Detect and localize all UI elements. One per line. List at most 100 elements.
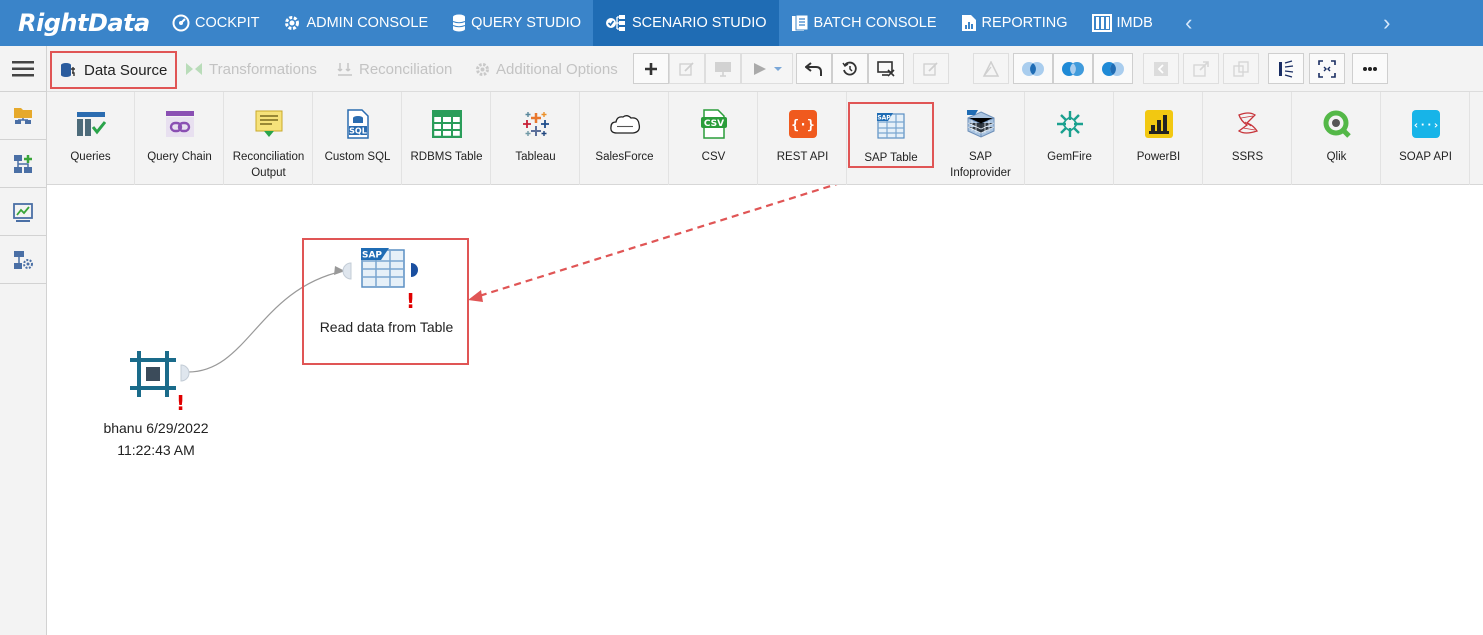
edit-icon: [679, 61, 694, 76]
sap-node-badge-text: SAP: [362, 251, 382, 261]
palette-salesforce[interactable]: SalesForce: [581, 92, 669, 185]
palette-gemfire[interactable]: GemFire: [1026, 92, 1114, 185]
tab-data-source-label: Data Source: [84, 61, 168, 79]
canvas-node-source[interactable]: [128, 349, 178, 399]
notes-button[interactable]: [913, 53, 949, 84]
palette-label: Query Chain: [147, 151, 212, 163]
palette-query-chain[interactable]: Query Chain: [136, 92, 224, 185]
more-dots-icon: [1363, 66, 1377, 71]
tab-reconciliation-label: Reconciliation: [359, 60, 453, 78]
sidebar-new-scenario[interactable]: [0, 140, 46, 188]
palette-custom-sql[interactable]: SQL Custom SQL: [314, 92, 402, 185]
align-button[interactable]: [1268, 53, 1304, 84]
fit-screen-icon: [1318, 59, 1336, 78]
powerbi-icon: [1144, 110, 1173, 138]
sidebar-open-scenario[interactable]: [0, 92, 46, 140]
history-icon: [842, 61, 857, 75]
history-button[interactable]: [832, 53, 868, 84]
monitor-clear-icon: [877, 60, 895, 77]
nav-reporting-label: REPORTING: [981, 15, 1068, 31]
sap-table-icon: SAP: [877, 112, 905, 139]
undo-button[interactable]: [796, 53, 832, 84]
edit-button[interactable]: [669, 53, 705, 84]
top-navigation: RightData COCKPIT ADMIN CONSOLE QUERY ST…: [0, 0, 1483, 46]
gauge-icon: [172, 14, 190, 32]
hamburger-icon: [12, 60, 34, 76]
palette-sap-table[interactable]: SAP SAP Table: [848, 102, 934, 168]
cog-icon: [476, 62, 489, 76]
run-button[interactable]: [741, 53, 793, 84]
csv-icon: CSV: [700, 109, 727, 139]
join-outer-button[interactable]: [1053, 53, 1093, 84]
palette-rest-api[interactable]: {·} REST API: [759, 92, 847, 185]
sidebar-dashboard[interactable]: [0, 188, 46, 236]
mirror-button[interactable]: [973, 53, 1009, 84]
app-logo[interactable]: RightData: [0, 0, 160, 46]
more-button[interactable]: [1352, 53, 1388, 84]
flow-icon: [605, 15, 625, 31]
nav-batch-console[interactable]: BATCH CONSOLE: [779, 0, 949, 46]
palette-tableau[interactable]: Tableau: [492, 92, 580, 185]
palette-qlik[interactable]: Qlik: [1293, 92, 1381, 185]
nav-scroll-right[interactable]: ›: [1367, 0, 1407, 46]
qlik-icon: [1323, 110, 1351, 138]
join-inner-button[interactable]: [1013, 53, 1053, 84]
nav-reporting[interactable]: REPORTING: [949, 0, 1080, 46]
nav-scenario-studio[interactable]: SCENARIO STUDIO: [592, 0, 779, 46]
nav-query-studio[interactable]: QUERY STUDIO: [440, 0, 593, 46]
palette-ssrs[interactable]: SSRS: [1204, 92, 1292, 185]
tab-transformations[interactable]: Transformations: [185, 54, 317, 84]
add-button[interactable]: [633, 53, 669, 84]
nav-query-studio-label: QUERY STUDIO: [471, 15, 581, 31]
clear-button[interactable]: [868, 53, 904, 84]
fit-button[interactable]: [1309, 53, 1345, 84]
palette-label: RDBMS Table: [410, 151, 483, 163]
nav-admin-console[interactable]: ADMIN CONSOLE: [271, 0, 440, 46]
copy-button[interactable]: [1223, 53, 1259, 84]
palette-label: Qlik: [1326, 151, 1347, 163]
menu-toggle[interactable]: [0, 46, 46, 92]
palette-reconciliation-output[interactable]: Reconciliation Output: [225, 92, 313, 185]
sql-file-icon: SQL: [346, 109, 369, 139]
query-chain-icon: [165, 111, 194, 137]
data-source-icon: [61, 63, 75, 77]
palette-label: Custom SQL: [324, 151, 391, 163]
tab-data-source[interactable]: Data Source: [50, 51, 178, 89]
canvas-node-sap-table[interactable]: SAP: [360, 247, 406, 289]
collapse-button[interactable]: [1143, 53, 1179, 84]
tab-additional-options[interactable]: Additional Options: [475, 54, 618, 84]
nav-cockpit[interactable]: COCKPIT: [160, 0, 271, 46]
palette-powerbi[interactable]: PowerBI: [1115, 92, 1203, 185]
settings-flow-icon: [14, 250, 33, 269]
nav-imdb[interactable]: IMDB: [1080, 0, 1165, 46]
export-button[interactable]: [1183, 53, 1219, 84]
palette-soap-api[interactable]: ‹··› SOAP API: [1382, 92, 1470, 185]
table-warning-icon: !: [406, 289, 416, 313]
scenario-canvas[interactable]: ! bhanu 6/29/2022 11:22:43 AM SAP ! Read…: [48, 185, 1483, 635]
palette-label: CSV: [701, 151, 726, 163]
chart-board-icon: [13, 202, 33, 222]
palette-label: SAP Table: [864, 152, 918, 164]
preview-button[interactable]: [705, 53, 741, 84]
table-input-port[interactable]: [342, 262, 352, 280]
table-grid-icon: [431, 110, 462, 138]
source-output-port[interactable]: [180, 364, 190, 382]
palette-csv[interactable]: CSV CSV: [670, 92, 758, 185]
sidebar-settings[interactable]: [0, 236, 46, 284]
copy-icon: [1233, 60, 1249, 77]
palette-label: GemFire: [1047, 151, 1092, 163]
palette-label: SOAP API: [1399, 151, 1452, 163]
palette-sap-infoprovider[interactable]: SAP Infoprovider: [937, 92, 1025, 185]
palette-queries[interactable]: Queries: [47, 92, 135, 185]
undo-icon: [805, 61, 822, 76]
tab-transformations-label: Transformations: [209, 60, 317, 78]
scenario-toolbar: Data Source Transformations Reconciliati…: [47, 46, 1483, 92]
gemfire-icon: [1056, 111, 1083, 137]
palette-rdbms-table[interactable]: RDBMS Table: [403, 92, 491, 185]
sap-table-badge-text: SAP: [877, 114, 891, 121]
tab-reconciliation[interactable]: Reconciliation: [337, 54, 452, 84]
join-diff-button[interactable]: [1093, 53, 1133, 84]
table-output-port[interactable]: [410, 262, 420, 278]
nav-scroll-left[interactable]: ‹: [1169, 0, 1209, 46]
